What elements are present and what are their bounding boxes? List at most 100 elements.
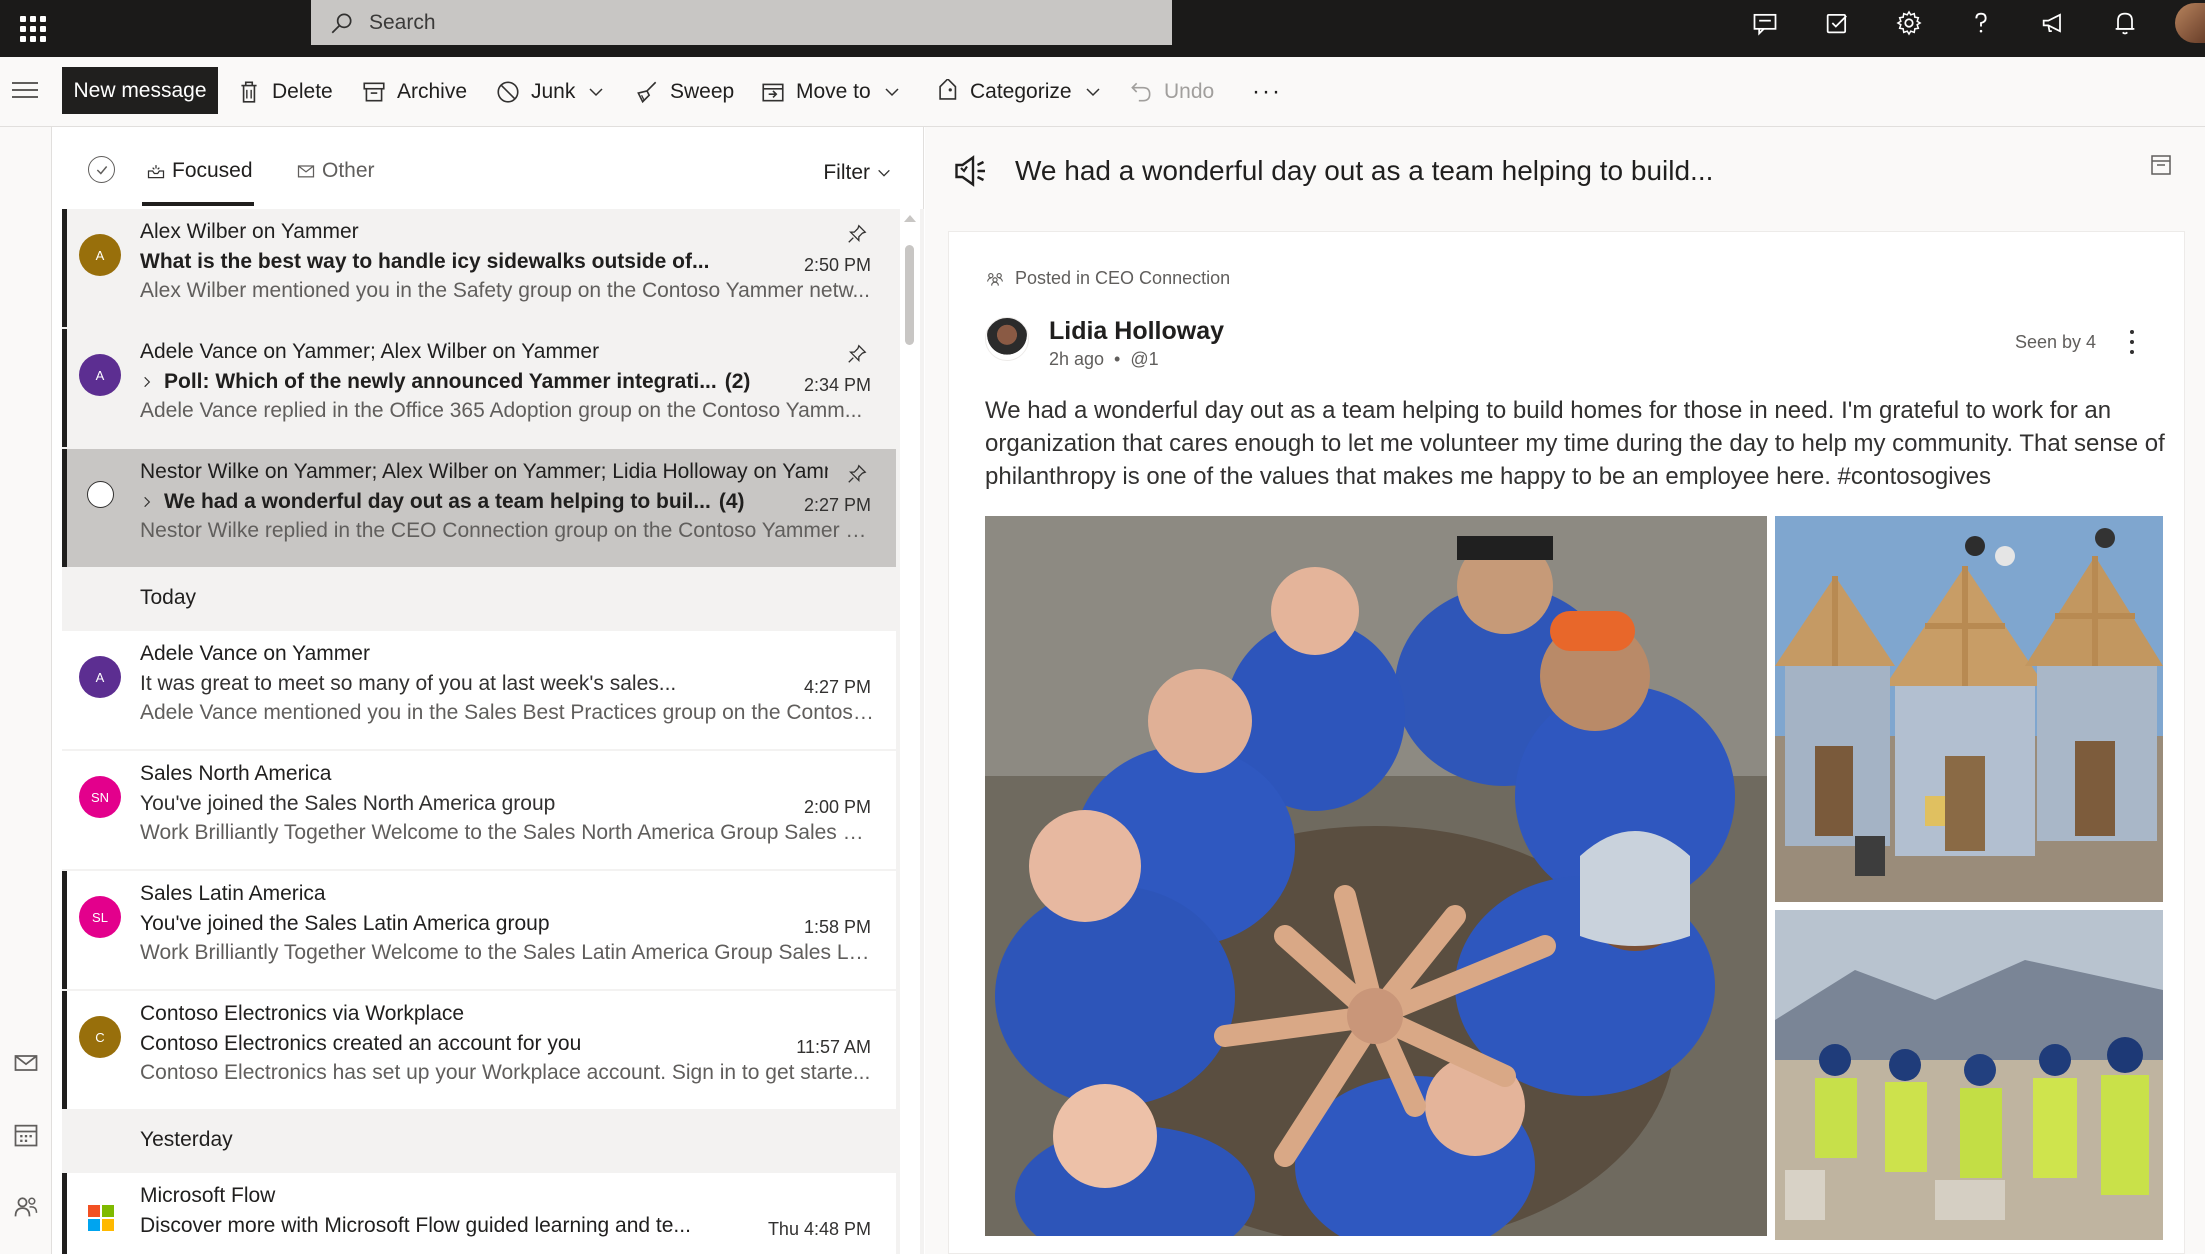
account-avatar[interactable] — [2175, 2, 2205, 43]
message-time: 2:34 PM — [803, 375, 871, 395]
message-preview: Alex Wilber mentioned you in the Safety … — [140, 279, 870, 302]
search-input[interactable] — [369, 10, 1069, 35]
popout-icon[interactable] — [2149, 153, 2173, 177]
message-list-pane: Focused Other Filter A Alex Wilber on Ya… — [62, 127, 924, 1254]
message-list-scrollbar[interactable] — [900, 209, 920, 1254]
message-item-selected[interactable]: Nestor Wilke on Yammer; Alex Wilber on Y… — [62, 449, 896, 567]
message-subject-text: Poll: Which of the newly announced Yamme… — [164, 370, 717, 393]
post-photo-team[interactable] — [985, 516, 1767, 1236]
settings-gear-icon[interactable] — [1873, 0, 1945, 45]
feedback-megaphone-icon[interactable] — [2017, 0, 2089, 45]
microsoft-logo-icon — [88, 1205, 114, 1231]
todo-icon[interactable] — [1801, 0, 1873, 45]
post-more-options-icon[interactable] — [2130, 330, 2136, 354]
tab-focused[interactable]: Focused — [146, 159, 253, 183]
categorize-button[interactable]: Categorize — [934, 75, 1102, 109]
pin-icon[interactable] — [846, 223, 868, 245]
unread-indicator — [62, 329, 67, 447]
sweep-button[interactable]: Sweep — [634, 75, 734, 109]
delete-button[interactable]: Delete — [236, 75, 333, 109]
calendar-icon[interactable] — [12, 1121, 40, 1149]
filter-button[interactable]: Filter — [823, 161, 892, 185]
posted-in-group[interactable]: Posted in CEO Connection — [985, 268, 1230, 289]
message-subject: We had a wonderful day out as a team hel… — [140, 490, 760, 514]
conversation-title: We had a wonderful day out as a team hel… — [1015, 155, 1714, 186]
folder-move-icon — [762, 83, 784, 102]
yammer-post-card: Posted in CEO Connection Lidia Holloway … — [948, 231, 2185, 1254]
search-box[interactable] — [311, 0, 1172, 45]
mail-icon[interactable] — [12, 1049, 40, 1077]
select-message-checkbox[interactable] — [87, 481, 114, 508]
pin-icon[interactable] — [846, 343, 868, 365]
chevron-down-icon[interactable] — [1084, 83, 1102, 101]
more-actions-icon: ··· — [1252, 78, 1282, 105]
sweep-label: Sweep — [670, 80, 735, 103]
scrollbar-thumb[interactable] — [905, 245, 914, 345]
post-photo-volunteers[interactable] — [1775, 910, 2163, 1240]
thread-count: (4) — [718, 490, 745, 513]
help-icon[interactable] — [1945, 0, 2017, 45]
select-all-checkbox[interactable] — [88, 156, 115, 183]
thread-count: (2) — [724, 370, 751, 393]
reading-pane: We had a wonderful day out as a team hel… — [925, 127, 2205, 1254]
reading-pane-header: We had a wonderful day out as a team hel… — [925, 127, 2205, 219]
message-sender: Sales North America — [140, 762, 332, 785]
header-icons — [1729, 0, 2205, 45]
chevron-down-icon[interactable] — [883, 83, 901, 101]
message-item[interactable]: Microsoft Flow Discover more with Micros… — [62, 1173, 896, 1254]
message-preview: Adele Vance replied in the Office 365 Ad… — [140, 399, 863, 422]
message-time: 2:00 PM — [803, 797, 871, 817]
message-item[interactable]: A Adele Vance on Yammer; Alex Wilber on … — [62, 329, 896, 447]
tab-focused-label: Focused — [172, 159, 253, 182]
message-item[interactable]: SN Sales North America You've joined the… — [62, 751, 896, 869]
section-header-today: Today — [62, 567, 896, 629]
message-item[interactable]: C Contoso Electronics via Workplace Cont… — [62, 991, 896, 1109]
more-actions-button[interactable]: ··· — [1252, 75, 1282, 109]
move-to-button[interactable]: Move to — [760, 75, 901, 109]
message-subject: What is the best way to handle icy sidew… — [140, 250, 710, 273]
chevron-down-icon[interactable] — [587, 83, 605, 101]
pin-icon[interactable] — [846, 463, 868, 485]
archive-button[interactable]: Archive — [361, 75, 467, 109]
message-time: 4:27 PM — [803, 677, 871, 697]
people-icon[interactable] — [12, 1193, 40, 1221]
app-rail — [0, 127, 52, 1254]
app-launcher-icon[interactable] — [12, 8, 52, 48]
search-icon — [331, 12, 352, 33]
message-time: 1:58 PM — [803, 917, 871, 937]
junk-button[interactable]: Junk — [495, 75, 605, 109]
message-item[interactable]: SL Sales Latin America You've joined the… — [62, 871, 896, 989]
focused-inbox-icon — [147, 165, 165, 179]
post-author[interactable]: Lidia Holloway — [1049, 317, 1224, 346]
seen-by-count[interactable]: Seen by 4 — [2015, 332, 2096, 353]
message-subject: Discover more with Microsoft Flow guided… — [140, 1214, 691, 1237]
message-item[interactable]: A Adele Vance on Yammer It was great to … — [62, 631, 896, 749]
chevron-down-icon — [878, 169, 890, 177]
author-avatar[interactable] — [985, 317, 1029, 361]
teams-chat-icon[interactable] — [1729, 0, 1801, 45]
undo-button[interactable]: Undo — [1128, 75, 1214, 109]
sender-avatar: A — [79, 234, 121, 276]
hamburger-menu-icon[interactable] — [12, 79, 38, 101]
broom-icon — [637, 81, 657, 104]
message-sender: Contoso Electronics via Workplace — [140, 1002, 465, 1025]
unread-indicator — [62, 449, 67, 567]
post-photo-building[interactable] — [1775, 516, 2163, 902]
command-bar: New message Delete Archive Junk Sweep Mo… — [0, 57, 2205, 127]
expand-thread-icon[interactable] — [140, 375, 154, 389]
unread-indicator — [62, 991, 67, 1109]
sender-avatar: SL — [79, 896, 121, 938]
message-item[interactable]: A Alex Wilber on Yammer What is the best… — [62, 209, 896, 327]
message-list[interactable]: A Alex Wilber on Yammer What is the best… — [62, 209, 924, 1254]
new-message-button[interactable]: New message — [62, 67, 218, 114]
undo-icon — [1131, 82, 1151, 102]
notifications-bell-icon[interactable] — [2089, 0, 2161, 45]
scroll-up-arrow-icon[interactable] — [904, 215, 916, 222]
message-preview: Contoso Electronics has set up your Work… — [140, 1061, 871, 1084]
active-tab-indicator — [142, 202, 254, 206]
message-list-header: Focused Other Filter — [62, 127, 924, 209]
expand-thread-icon[interactable] — [140, 495, 154, 509]
move-to-label: Move to — [796, 80, 871, 103]
filter-label: Filter — [823, 161, 870, 184]
tab-other[interactable]: Other — [296, 159, 375, 183]
